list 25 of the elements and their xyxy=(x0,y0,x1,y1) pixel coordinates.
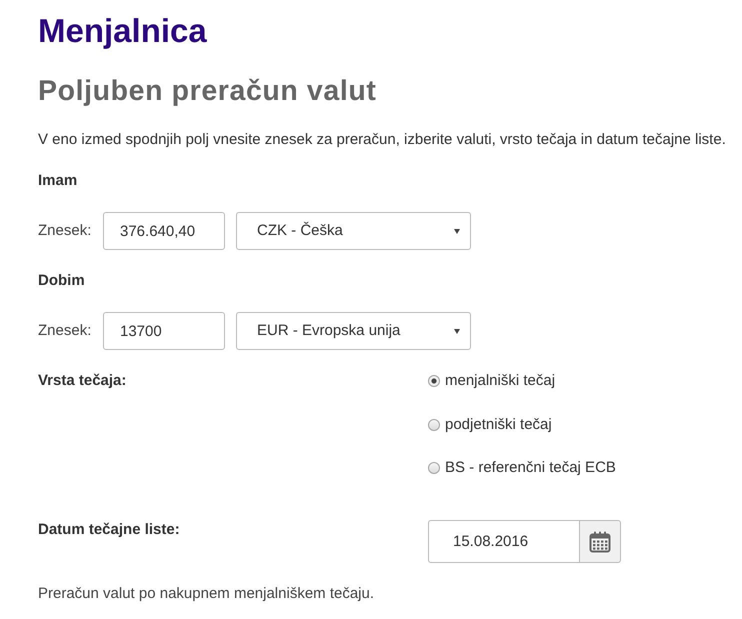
currency-select[interactable]: EUR - Evropska unija xyxy=(236,312,471,350)
caret-icon xyxy=(454,228,460,234)
caret-icon xyxy=(454,328,460,334)
date-field[interactable]: 15.08.2016 xyxy=(428,520,580,563)
radio-label[interactable]: menjalniški tečaj xyxy=(445,371,556,391)
radio-button[interactable] xyxy=(428,375,440,387)
amount-field[interactable]: 376.640,40 xyxy=(103,212,225,250)
page-title: Menjalnica xyxy=(38,11,208,51)
calendar-button[interactable] xyxy=(579,520,621,563)
amount-field[interactable]: 13700 xyxy=(103,312,225,350)
radio-label[interactable]: BS - referenčni tečaj ECB xyxy=(445,458,616,478)
radio-label[interactable]: podjetniški tečaj xyxy=(445,414,552,434)
radio-button[interactable] xyxy=(428,462,440,474)
radio-button[interactable] xyxy=(428,418,440,430)
note-text: Preračun valut po nakupnem menjalniškem tečaju. xyxy=(38,584,376,604)
section-heading: Dobim xyxy=(38,271,86,291)
rate-type-label: Vrsta tečaja: xyxy=(38,371,128,391)
date-label: Datum tečajne liste: xyxy=(38,520,181,540)
amount-label: Znesek: xyxy=(38,320,92,341)
section-heading: Imam xyxy=(38,171,78,191)
instructions-text: V eno izmed spodnjih polj vnesite znesek za preračun, izberite valuti, vrsto tečaja in datum tečajne liste. xyxy=(38,130,727,150)
amount-label: Znesek: xyxy=(38,220,92,241)
page-subtitle: Poljuben preračun valut xyxy=(38,74,378,109)
currency-select[interactable]: CZK - Češka xyxy=(236,212,471,250)
calendar-icon xyxy=(588,530,610,552)
